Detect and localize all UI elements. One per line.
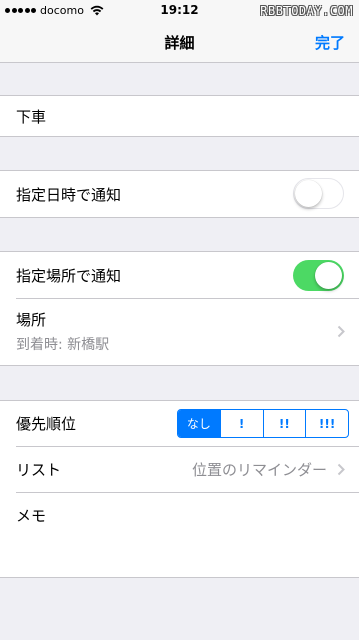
list-value: 位置のリマインダー [191, 461, 327, 479]
watermark-text: RBBTODAY.COM [260, 4, 353, 18]
details-group: 優先順位 なし ! !! !!! リスト 位置のリマインダー メモ [0, 400, 359, 578]
priority-option-low[interactable]: ! [219, 410, 263, 437]
priority-segmented-control[interactable]: なし ! !! !!! [177, 409, 349, 438]
date-alert-cell: 指定日時で通知 [0, 171, 359, 217]
location-label: 場所 [16, 311, 47, 329]
title-group: 下車 [0, 95, 359, 137]
priority-label: 優先順位 [16, 415, 77, 433]
location-alert-toggle[interactable] [293, 260, 344, 291]
toggle-knob [295, 179, 322, 207]
date-alert-label: 指定日時で通知 [16, 186, 122, 204]
date-alert-toggle[interactable] [293, 178, 344, 209]
status-right: RBBTODAY.COM [260, 4, 353, 18]
chevron-right-icon [337, 463, 345, 476]
priority-option-none[interactable]: なし [178, 410, 220, 437]
date-alert-group: 指定日時で通知 [0, 170, 359, 218]
list-label: リスト [16, 461, 62, 479]
toggle-knob [315, 262, 342, 289]
location-value: 到着時: 新橋駅 [16, 337, 110, 353]
location-cell[interactable]: 場所 到着時: 新橋駅 [0, 298, 359, 365]
memo-label: メモ [16, 507, 47, 525]
priority-option-high[interactable]: !!! [305, 410, 348, 437]
priority-option-medium[interactable]: !! [262, 410, 306, 437]
reminder-title[interactable]: 下車 [16, 106, 46, 127]
location-alert-group: 指定場所で通知 場所 到着時: 新橋駅 [0, 251, 359, 366]
navigation-bar: 詳細 完了 [0, 20, 359, 63]
location-alert-cell: 指定場所で通知 [0, 252, 359, 298]
chevron-right-icon [337, 325, 345, 338]
status-bar: docomo 19:12 RBBTODAY.COM [0, 0, 359, 20]
page-title: 詳細 [164, 34, 195, 52]
priority-cell: 優先順位 なし ! !! !!! [0, 401, 359, 446]
list-cell[interactable]: リスト 位置のリマインダー [0, 446, 359, 492]
done-button[interactable]: 完了 [315, 32, 345, 53]
reminder-title-cell[interactable]: 下車 [0, 96, 359, 136]
memo-cell[interactable]: メモ [0, 492, 359, 578]
location-alert-label: 指定場所で通知 [16, 267, 122, 285]
